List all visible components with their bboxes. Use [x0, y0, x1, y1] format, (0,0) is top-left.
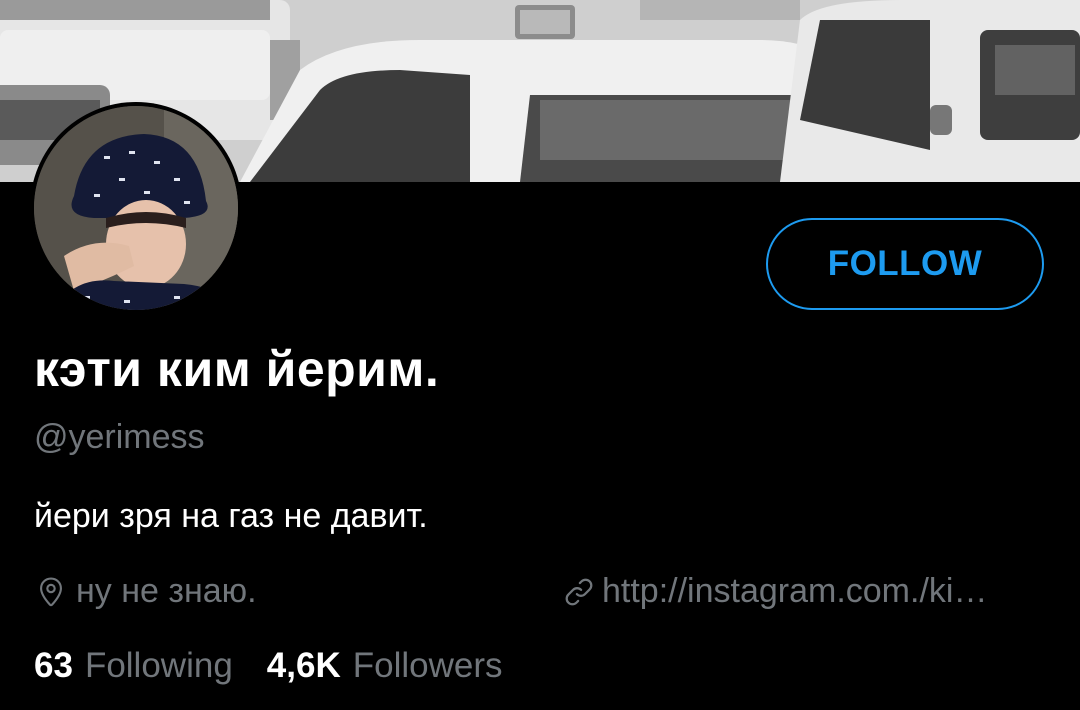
avatar-illustration [34, 106, 238, 310]
location-pin-icon [40, 576, 62, 606]
following-count[interactable]: 63 [34, 646, 73, 686]
following-label[interactable]: Following [85, 646, 233, 686]
follow-stats: 63 Following 4,6K Followers [34, 646, 537, 686]
website-link[interactable]: http://instagram.com./ki… [602, 572, 987, 611]
profile-location: ну не знаю. [34, 572, 257, 611]
avatar-photo [34, 106, 238, 310]
followers-count[interactable]: 4,6K [267, 646, 341, 686]
user-handle: @yerimess [34, 418, 205, 456]
location-text: ну не знаю. [76, 572, 257, 610]
display-name: кэти ким йерим. [34, 341, 440, 397]
followers-label[interactable]: Followers [353, 646, 503, 686]
profile-avatar[interactable] [30, 102, 242, 314]
profile-website[interactable]: http://instagram.com./ki… [562, 572, 1072, 611]
link-icon [565, 578, 593, 605]
follow-button[interactable]: FOLLOW [766, 218, 1044, 310]
profile-page: FOLLOW кэти ким йерим. @yerimess йери зр… [0, 0, 1080, 710]
profile-bio: йери зря на газ не давит. [34, 497, 428, 535]
